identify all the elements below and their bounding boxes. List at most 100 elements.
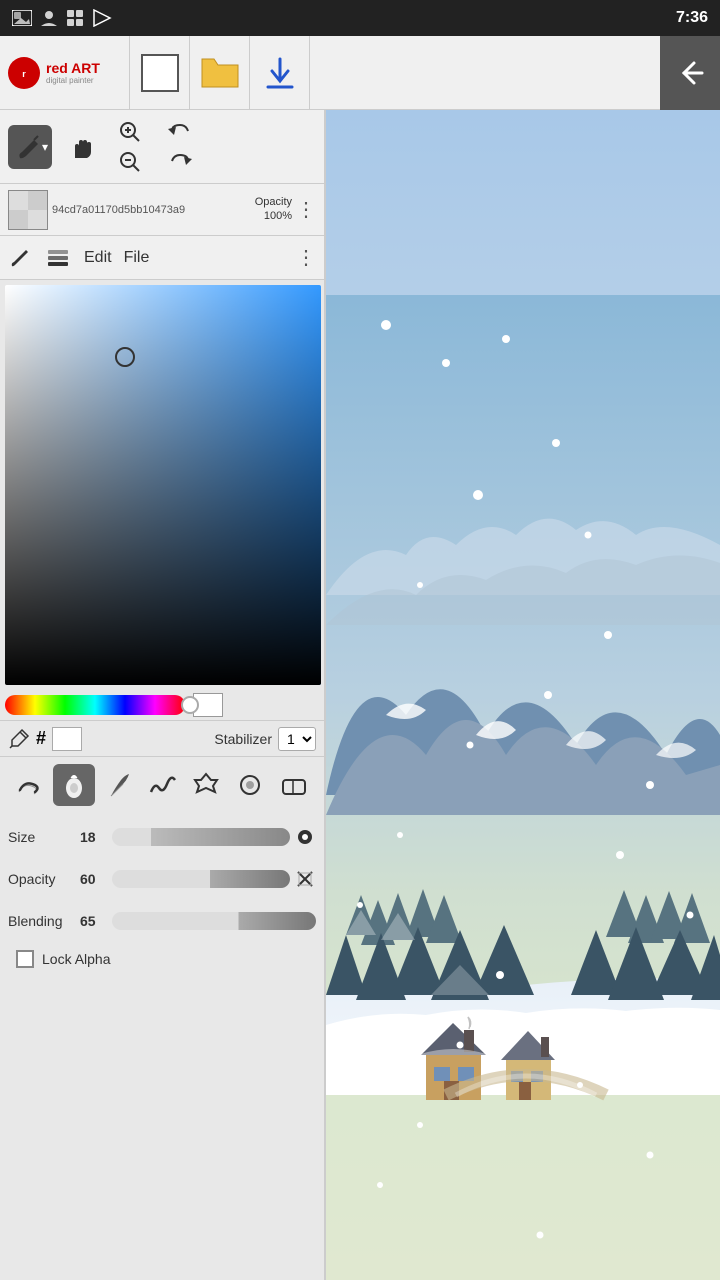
rope-icon xyxy=(147,770,177,800)
size-slider-row: Size 18 xyxy=(8,820,316,854)
back-arrow-icon xyxy=(674,57,706,89)
canvas-icon xyxy=(141,54,179,92)
hand-icon xyxy=(65,132,95,162)
eraser-icon xyxy=(279,770,309,800)
status-bar: 7:36 xyxy=(0,0,720,36)
pressure-icon xyxy=(296,828,314,846)
opacity-slider-row: Opacity 60 xyxy=(8,862,316,896)
undo-icon xyxy=(168,121,192,143)
cut-tool-button[interactable] xyxy=(185,764,227,806)
opacity-display: Opacity 100% xyxy=(255,196,292,222)
folder-button[interactable] xyxy=(190,36,250,110)
size-pressure-icon[interactable] xyxy=(294,826,316,848)
left-panel: ▾ xyxy=(0,110,326,1280)
logo-red: red ART xyxy=(46,60,100,76)
redo-button[interactable] xyxy=(158,147,202,177)
opacity-pressure-icon[interactable] xyxy=(294,868,316,890)
lock-alpha-row: Lock Alpha xyxy=(8,946,316,972)
stabilizer-select[interactable]: 1 2 3 4 5 xyxy=(278,727,316,751)
redo-icon xyxy=(168,151,192,173)
dropdown-arrow: ▾ xyxy=(42,140,48,154)
brush-tools-row xyxy=(0,756,324,812)
person-icon xyxy=(40,9,58,27)
size-value: 18 xyxy=(80,829,112,845)
status-time: 7:36 xyxy=(676,9,708,27)
gallery-icon xyxy=(12,10,32,26)
logo-sub: digital painter xyxy=(46,76,100,85)
lock-alpha-label: Lock Alpha xyxy=(42,951,111,967)
logo-icon: r xyxy=(8,57,40,89)
edit-button[interactable]: Edit xyxy=(84,249,112,267)
blending-slider[interactable] xyxy=(112,912,316,930)
content: ▾ xyxy=(0,110,720,1280)
zoom-in-icon xyxy=(118,120,142,144)
blending-label: Blending xyxy=(8,913,78,929)
winter-scene-svg xyxy=(326,110,720,1280)
back-arrow-button[interactable] xyxy=(660,36,720,110)
hue-slider[interactable] xyxy=(5,695,185,715)
folder-icon xyxy=(200,55,240,91)
hand-tool-button[interactable] xyxy=(58,125,102,169)
blob-icon xyxy=(59,770,89,800)
sliders-section: Size 18 Opacity 60 xyxy=(0,812,324,980)
layers-icon xyxy=(44,246,72,270)
undo-button[interactable] xyxy=(158,117,202,147)
app: r red ART digital painter xyxy=(0,36,720,1280)
blending-slider-row: Blending 65 xyxy=(8,904,316,938)
zoom-buttons xyxy=(108,117,152,177)
zoom-out-button[interactable] xyxy=(108,147,152,177)
layer-thumb-svg xyxy=(9,191,47,229)
undo-redo-buttons xyxy=(158,117,202,177)
eyedropper-icon[interactable] xyxy=(8,728,30,750)
logo-svg: r xyxy=(13,62,35,84)
zoom-out-icon xyxy=(118,150,142,174)
color-picker-gradient[interactable] xyxy=(5,285,321,685)
edit-more-button[interactable]: ⋮ xyxy=(296,245,316,270)
gradient-dark-overlay xyxy=(5,285,321,685)
file-button[interactable]: File xyxy=(124,249,150,267)
zoom-in-button[interactable] xyxy=(108,117,152,147)
top-toolbar: r red ART digital painter xyxy=(0,36,720,110)
smear-icon xyxy=(15,770,45,800)
brush-tool-button[interactable]: ▾ xyxy=(8,125,52,169)
smudge-icon xyxy=(235,770,265,800)
svg-text:r: r xyxy=(22,69,26,79)
app-icon xyxy=(66,9,84,27)
download-button[interactable] xyxy=(250,36,310,110)
hash-icon[interactable]: # xyxy=(36,728,46,749)
opacity-icon xyxy=(296,870,314,888)
size-label: Size xyxy=(8,829,78,845)
color-swatch[interactable] xyxy=(52,727,82,751)
smear-tool-button[interactable] xyxy=(9,764,51,806)
edit-row: Edit File ⋮ xyxy=(0,236,324,280)
lock-alpha-checkbox[interactable] xyxy=(16,950,34,968)
stabilizer-label: Stabilizer xyxy=(214,731,272,747)
canvas-area[interactable] xyxy=(326,110,720,1280)
blob-tool-button[interactable] xyxy=(53,764,95,806)
logo-text-block: red ART digital painter xyxy=(46,60,100,85)
layer-id: 94cd7a01170d5bb10473a9 xyxy=(52,204,251,216)
more-options-button[interactable]: ⋮ xyxy=(296,197,316,222)
logo-area: r red ART digital painter xyxy=(0,36,130,110)
hue-slider-row xyxy=(0,690,324,720)
cut-icon xyxy=(191,770,221,800)
rope-tool-button[interactable] xyxy=(141,764,183,806)
hue-slider-thumb xyxy=(181,696,199,714)
eraser-tool-button[interactable] xyxy=(273,764,315,806)
status-icons-left xyxy=(12,9,112,27)
size-slider[interactable] xyxy=(112,828,290,846)
opacity-value: 60 xyxy=(80,871,112,887)
feather-tool-button[interactable] xyxy=(97,764,139,806)
layer-row: 94cd7a01170d5bb10473a9 Opacity 100% ⋮ xyxy=(0,184,324,236)
layer-thumbnail[interactable] xyxy=(8,190,48,230)
brush-icon xyxy=(12,132,42,162)
play-icon xyxy=(92,9,112,27)
blending-value: 65 xyxy=(80,913,112,929)
download-icon xyxy=(264,55,296,91)
brush-small-icon xyxy=(8,246,32,270)
canvas-preview-button[interactable] xyxy=(130,36,190,110)
opacity-slider[interactable] xyxy=(112,870,290,888)
smudge-tool-button[interactable] xyxy=(229,764,271,806)
opacity-label: Opacity xyxy=(8,871,78,887)
hex-row: # Stabilizer 1 2 3 4 5 xyxy=(0,720,324,756)
